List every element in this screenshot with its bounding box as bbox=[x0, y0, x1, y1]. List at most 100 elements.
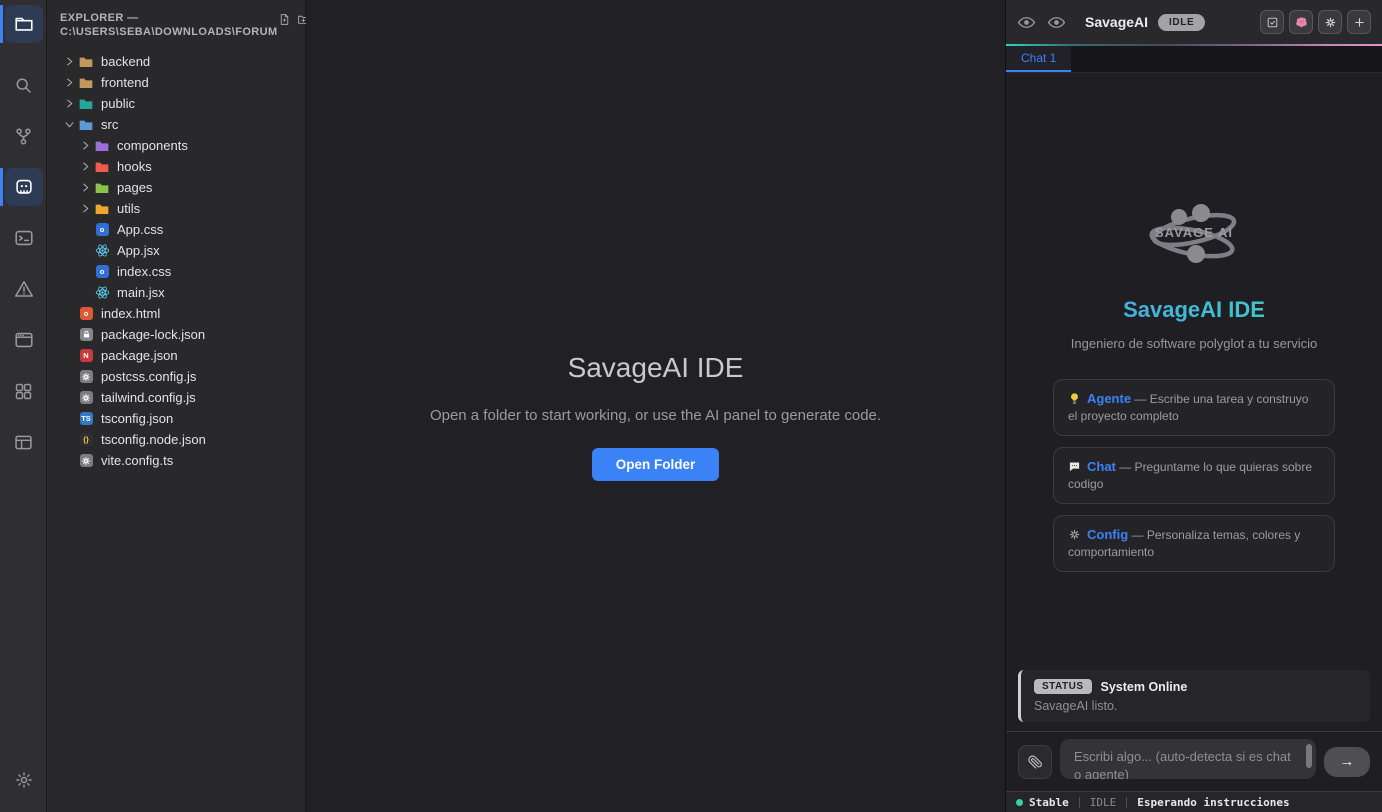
tree-file-vite.config.ts[interactable]: vite.config.ts bbox=[47, 450, 305, 471]
lightbulb-icon bbox=[1068, 392, 1081, 405]
mode-cards: Agente — Escribe una tarea y construyo e… bbox=[1053, 379, 1335, 572]
mode-card-config[interactable]: Config — Personaliza temas, colores y co… bbox=[1053, 515, 1335, 572]
terminal-icon bbox=[13, 227, 35, 249]
tree-file-App.jsx[interactable]: App.jsx bbox=[47, 240, 305, 261]
activity-item-theme-toggle[interactable] bbox=[0, 758, 47, 802]
tree-folder-pages[interactable]: pages bbox=[47, 177, 305, 198]
tree-label: utils bbox=[117, 201, 140, 216]
tree-folder-frontend[interactable]: frontend bbox=[47, 72, 305, 93]
status-badge: IDLE bbox=[1158, 14, 1205, 31]
tree-label: postcss.config.js bbox=[101, 369, 196, 384]
robot-icon bbox=[13, 176, 35, 198]
npm-file-icon: N bbox=[78, 348, 94, 364]
explorer-sidebar: EXPLORER — C:\USERS\SEBA\DOWNLOADS\FORUM… bbox=[47, 0, 306, 812]
chevron-right-icon bbox=[60, 57, 78, 66]
activity-item-search[interactable] bbox=[0, 63, 47, 107]
ai-panel: SavageAI IDLE Chat 1 SAVAGE AI SavageAI … bbox=[1005, 0, 1382, 812]
editor-welcome: SavageAI IDE Open a folder to start work… bbox=[336, 352, 976, 481]
eye-icon[interactable] bbox=[1047, 13, 1066, 32]
activity-item-browser-preview[interactable] bbox=[0, 318, 47, 362]
stable-dot bbox=[1016, 799, 1023, 806]
activity-item-ai-assistant[interactable] bbox=[0, 165, 47, 209]
logo-text: SAVAGE AI bbox=[1155, 225, 1233, 240]
grid-icon bbox=[13, 381, 34, 402]
config-file-icon bbox=[78, 369, 94, 385]
mode-card-chat[interactable]: Chat — Preguntame lo que quieras sobre c… bbox=[1053, 447, 1335, 504]
activity-item-terminal[interactable] bbox=[0, 216, 47, 260]
tree-file-package.json[interactable]: Npackage.json bbox=[47, 345, 305, 366]
explorer-title: EXPLORER — C:\USERS\SEBA\DOWNLOADS\FORUM bbox=[60, 11, 278, 39]
folder-icon bbox=[13, 13, 35, 35]
activity-item-problems[interactable] bbox=[0, 267, 47, 311]
tree-label: main.jsx bbox=[117, 285, 165, 300]
editor-area: SavageAI IDE Open a folder to start work… bbox=[306, 0, 1005, 812]
tree-file-index.css[interactable]: o index.css bbox=[47, 261, 305, 282]
tree-file-package-lock.json[interactable]: package-lock.json bbox=[47, 324, 305, 345]
activity-bar-items bbox=[0, 0, 46, 464]
chat-area: SAVAGE AI SavageAI IDE Ingeniero de soft… bbox=[1006, 73, 1382, 731]
search-icon bbox=[13, 75, 34, 96]
chat-input-row: → bbox=[1006, 731, 1382, 791]
attach-button[interactable] bbox=[1018, 745, 1052, 779]
html-file-icon: o bbox=[78, 306, 94, 322]
input-scrollbar[interactable] bbox=[1306, 744, 1312, 768]
new-chat-button[interactable] bbox=[1347, 10, 1371, 34]
tab-chat-1[interactable]: Chat 1 bbox=[1006, 46, 1071, 72]
tree-label: frontend bbox=[101, 75, 149, 90]
activity-item-explorer[interactable] bbox=[0, 2, 47, 46]
tree-file-main.jsx[interactable]: main.jsx bbox=[47, 282, 305, 303]
css-file-icon: o bbox=[94, 264, 110, 280]
tree-label: public bbox=[101, 96, 135, 111]
folder-icon bbox=[78, 96, 94, 112]
activity-item-extensions[interactable] bbox=[0, 369, 47, 413]
card-keyword: Config bbox=[1087, 527, 1128, 542]
send-button[interactable]: → bbox=[1324, 747, 1370, 777]
tree-file-index.html[interactable]: o index.html bbox=[47, 303, 305, 324]
tree-file-App.css[interactable]: oApp.css bbox=[47, 219, 305, 240]
tree-folder-hooks[interactable]: hooks bbox=[47, 156, 305, 177]
chat-input-wrap bbox=[1060, 739, 1316, 784]
config-file-icon bbox=[78, 453, 94, 469]
eye-icon[interactable] bbox=[1017, 13, 1036, 32]
chevron-right-icon bbox=[76, 141, 94, 150]
tree-folder-utils[interactable]: utils bbox=[47, 198, 305, 219]
tree-folder-src[interactable]: src bbox=[47, 114, 305, 135]
ai-welcome-title: SavageAI IDE bbox=[1006, 297, 1382, 323]
tree-folder-backend[interactable]: backend bbox=[47, 51, 305, 72]
activity-item-source-control[interactable] bbox=[0, 114, 47, 158]
folder-icon bbox=[78, 117, 94, 133]
tree-file-tailwind.config.js[interactable]: tailwind.config.js bbox=[47, 387, 305, 408]
tree-label: index.css bbox=[117, 264, 171, 279]
browser-icon bbox=[13, 329, 35, 351]
tree-label: package-lock.json bbox=[101, 327, 205, 342]
new-file-icon[interactable] bbox=[278, 13, 291, 26]
tree-file-tsconfig.node.json[interactable]: {}tsconfig.node.json bbox=[47, 429, 305, 450]
tree-folder-public[interactable]: public bbox=[47, 93, 305, 114]
tree-label: components bbox=[117, 138, 188, 153]
memory-button[interactable] bbox=[1289, 10, 1313, 34]
editor-welcome-title: SavageAI IDE bbox=[336, 352, 976, 384]
system-status-card: STATUS System Online SavageAI listo. bbox=[1018, 670, 1370, 722]
card-keyword: Chat bbox=[1087, 459, 1116, 474]
chevron-right-icon bbox=[76, 183, 94, 192]
tree-file-tsconfig.json[interactable]: TStsconfig.json bbox=[47, 408, 305, 429]
react-file-icon bbox=[94, 243, 110, 259]
settings-button[interactable] bbox=[1318, 10, 1342, 34]
tree-folder-components[interactable]: components bbox=[47, 135, 305, 156]
tree-label: pages bbox=[117, 180, 152, 195]
editor-welcome-subtitle: Open a folder to start working, or use t… bbox=[336, 407, 976, 424]
tree-file-postcss.config.js[interactable]: postcss.config.js bbox=[47, 366, 305, 387]
folder-icon bbox=[94, 159, 110, 175]
tree-label: App.jsx bbox=[117, 243, 160, 258]
activity-bar-bottom bbox=[0, 758, 47, 802]
gear-icon bbox=[1068, 528, 1081, 541]
savageai-logo: SAVAGE AI bbox=[1138, 203, 1250, 267]
tree-label: index.html bbox=[101, 306, 160, 321]
open-folder-button[interactable]: Open Folder bbox=[592, 448, 720, 481]
chat-input[interactable] bbox=[1060, 739, 1316, 779]
tree-label: package.json bbox=[101, 348, 178, 363]
activity-item-layout[interactable] bbox=[0, 420, 47, 464]
tree-label: tsconfig.node.json bbox=[101, 432, 206, 447]
mode-card-agente[interactable]: Agente — Escribe una tarea y construyo e… bbox=[1053, 379, 1335, 436]
tasks-button[interactable] bbox=[1260, 10, 1284, 34]
